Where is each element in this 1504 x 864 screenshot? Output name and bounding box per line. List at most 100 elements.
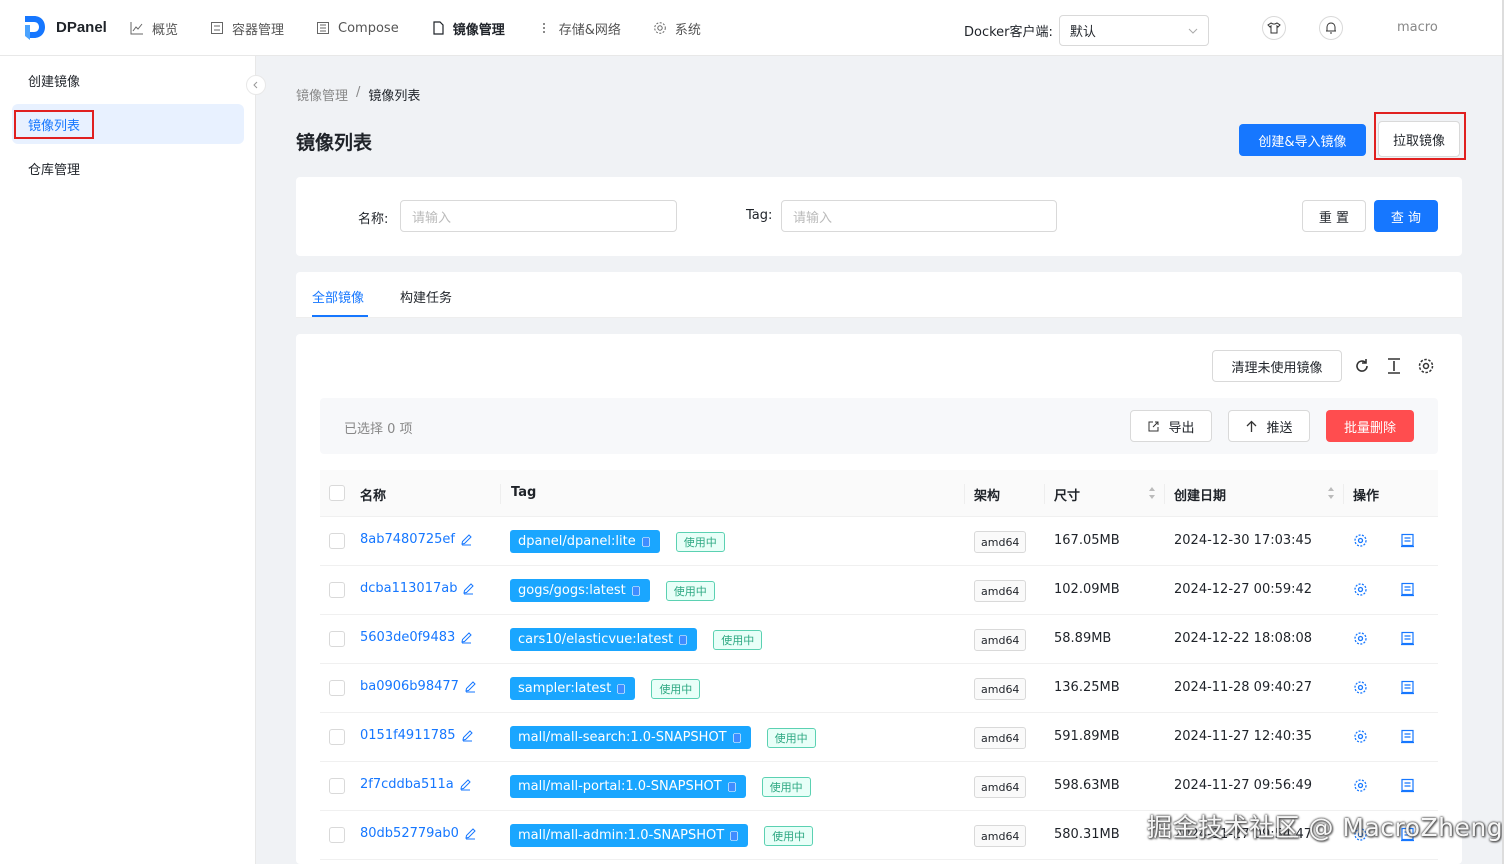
theme-button[interactable] — [1262, 16, 1286, 40]
export-button[interactable]: 导出 — [1130, 410, 1212, 442]
image-id-link[interactable]: 0151f4911785 — [360, 728, 474, 743]
nav-containers[interactable]: 容器管理 — [210, 0, 284, 56]
row-settings-button[interactable] — [1353, 533, 1368, 548]
sidebar-item-label: 镜像列表 — [14, 109, 95, 139]
image-tag[interactable]: gogs/gogs:latest — [510, 579, 650, 602]
image-tag[interactable]: mall/mall-admin:1.0-SNAPSHOT — [510, 824, 749, 847]
column-divider — [1343, 484, 1344, 504]
nav-compose[interactable]: Compose — [316, 0, 399, 56]
edit-icon[interactable] — [462, 582, 475, 595]
pull-image-button[interactable]: 拉取镜像 — [1378, 121, 1460, 157]
nav-system[interactable]: 系统 — [653, 0, 701, 56]
row-details-button[interactable] — [1400, 729, 1415, 744]
row-details-button[interactable] — [1400, 533, 1415, 548]
breadcrumb-parent[interactable]: 镜像管理 — [296, 85, 348, 104]
selection-count: 已选择 0 项 — [344, 422, 413, 437]
col-size[interactable]: 尺寸 — [1054, 485, 1080, 504]
row-details-button[interactable] — [1400, 582, 1415, 597]
copy-icon[interactable] — [615, 683, 627, 695]
image-size: 58.89MB — [1054, 631, 1112, 646]
copy-icon[interactable] — [630, 585, 642, 597]
image-id[interactable]: dcba113017ab — [360, 581, 457, 596]
row-checkbox[interactable] — [329, 680, 345, 696]
app-logo[interactable]: DPanel — [22, 14, 107, 40]
docker-client-select[interactable]: 默认 — [1058, 15, 1209, 46]
sidebar: 创建镜像 镜像列表 仓库管理 — [0, 56, 256, 864]
tab-all-images[interactable]: 全部镜像 — [312, 287, 364, 306]
refresh-icon[interactable] — [1353, 357, 1371, 375]
column-height-icon[interactable] — [1385, 357, 1403, 375]
image-tag[interactable]: mall/mall-portal:1.0-SNAPSHOT — [510, 775, 746, 798]
image-id[interactable]: 0151f4911785 — [360, 728, 456, 743]
edit-icon[interactable] — [460, 631, 473, 644]
row-checkbox[interactable] — [329, 827, 345, 843]
row-checkbox[interactable] — [329, 533, 345, 549]
edit-icon[interactable] — [464, 827, 477, 840]
sidebar-collapse-button[interactable] — [246, 75, 266, 95]
export-label: 导出 — [1168, 420, 1195, 436]
row-checkbox[interactable] — [329, 729, 345, 745]
select-all-checkbox[interactable] — [329, 485, 345, 501]
image-tag[interactable]: sampler:latest — [510, 677, 636, 700]
prune-unused-images-button[interactable]: 清理未使用镜像 — [1212, 350, 1342, 382]
image-id-link[interactable]: 80db52779ab0 — [360, 826, 477, 841]
edit-icon[interactable] — [464, 680, 477, 693]
image-id[interactable]: 2f7cddba511a — [360, 777, 454, 792]
sidebar-item-image-list[interactable]: 镜像列表 — [12, 104, 244, 144]
sidebar-item-create-image[interactable]: 创建镜像 — [12, 60, 244, 100]
image-id[interactable]: 8ab7480725ef — [360, 532, 455, 547]
sidebar-item-registry[interactable]: 仓库管理 — [12, 148, 244, 188]
batch-delete-button[interactable]: 批量删除 — [1326, 410, 1414, 442]
copy-icon[interactable] — [731, 732, 743, 744]
nav-storage-network[interactable]: 存储&网络 — [537, 0, 621, 56]
image-id-link[interactable]: ba0906b98477 — [360, 679, 477, 694]
row-checkbox[interactable] — [329, 778, 345, 794]
reset-button[interactable]: 重 置 — [1302, 200, 1366, 232]
image-id-link[interactable]: dcba113017ab — [360, 581, 475, 596]
image-id-link[interactable]: 5603de0f9483 — [360, 630, 473, 645]
row-details-button[interactable] — [1400, 631, 1415, 646]
row-settings-button[interactable] — [1353, 631, 1368, 646]
row-settings-button[interactable] — [1353, 729, 1368, 744]
tab-build-tasks[interactable]: 构建任务 — [400, 287, 452, 306]
row-checkbox[interactable] — [329, 582, 345, 598]
image-tag[interactable]: cars10/elasticvue:latest — [510, 628, 698, 651]
notification-button[interactable] — [1319, 16, 1343, 40]
name-search-input[interactable]: 请输入 — [400, 200, 677, 232]
settings-icon[interactable] — [1417, 357, 1435, 375]
row-settings-button[interactable] — [1353, 582, 1368, 597]
create-import-image-button[interactable]: 创建&导入镜像 — [1239, 124, 1366, 156]
copy-icon[interactable] — [640, 536, 652, 548]
edit-icon[interactable] — [461, 729, 474, 742]
copy-icon[interactable] — [728, 830, 740, 842]
image-id-link[interactable]: 2f7cddba511a — [360, 777, 472, 792]
row-details-button[interactable] — [1400, 778, 1415, 793]
row-settings-button[interactable] — [1353, 680, 1368, 695]
edit-icon[interactable] — [460, 533, 473, 546]
image-id[interactable]: ba0906b98477 — [360, 679, 459, 694]
query-button[interactable]: 查 询 — [1374, 200, 1438, 232]
row-details-button[interactable] — [1400, 680, 1415, 695]
user-name[interactable]: macro — [1397, 20, 1438, 35]
row-checkbox[interactable] — [329, 631, 345, 647]
copy-icon[interactable] — [677, 634, 689, 646]
edit-icon[interactable] — [459, 778, 472, 791]
tag-input-placeholder: 请输入 — [793, 210, 833, 226]
compose-icon — [317, 22, 330, 34]
image-tag[interactable]: mall/mall-search:1.0-SNAPSHOT — [510, 726, 751, 749]
image-id[interactable]: 5603de0f9483 — [360, 630, 455, 645]
row-settings-button[interactable] — [1353, 778, 1368, 793]
sort-icon[interactable] — [1327, 486, 1335, 500]
push-button[interactable]: 推送 — [1228, 410, 1310, 442]
copy-icon[interactable] — [726, 781, 738, 793]
col-created[interactable]: 创建日期 — [1174, 485, 1226, 504]
nav-images[interactable]: 镜像管理 — [431, 0, 505, 56]
nav-overview[interactable]: 概览 — [130, 0, 178, 56]
tag-cell: sampler:latest 使用中 — [510, 677, 701, 700]
image-tag[interactable]: dpanel/dpanel:lite — [510, 530, 660, 553]
tag-search-input[interactable]: 请输入 — [781, 200, 1057, 232]
image-id[interactable]: 80db52779ab0 — [360, 826, 459, 841]
tag-cell: cars10/elasticvue:latest 使用中 — [510, 628, 763, 651]
image-id-link[interactable]: 8ab7480725ef — [360, 532, 473, 547]
sort-icon[interactable] — [1148, 486, 1156, 500]
